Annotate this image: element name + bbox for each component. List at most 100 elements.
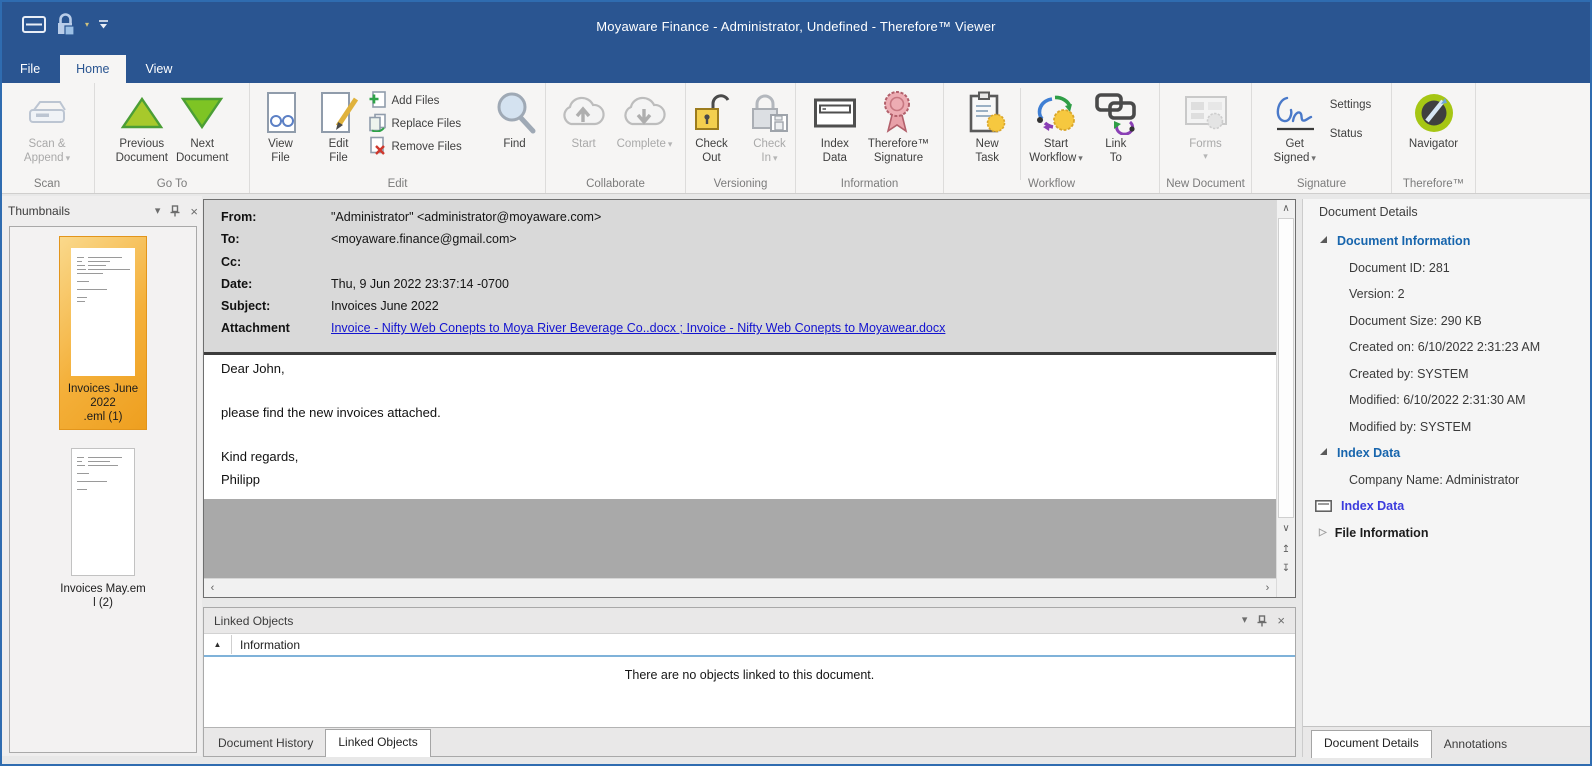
scroll-down-icon[interactable]: ∨ (1277, 520, 1295, 538)
expanded-icon[interactable] (1320, 448, 1327, 456)
detail-version: Version: 2 (1349, 287, 1405, 301)
ribbon-group-workflow: New Task Start Workflow Link To Workflow (944, 83, 1160, 193)
collapsed-icon[interactable]: ▷ (1319, 520, 1327, 547)
scroll-up-icon[interactable]: ∧ (1277, 200, 1295, 218)
email-from-label: From: (221, 210, 257, 224)
section-file-information[interactable]: ▷ File Information (1303, 520, 1590, 547)
start-workflow-button[interactable]: Start Workflow (1025, 86, 1087, 165)
index-card-icon (1315, 500, 1332, 513)
email-attachment-link[interactable]: Invoice - Nifty Web Conepts to Moya Rive… (331, 321, 945, 335)
ribbon-group-versioning: Check Out Check In Versioning (686, 83, 796, 193)
check-in-button[interactable]: Check In (741, 86, 799, 165)
add-files-icon (368, 90, 387, 112)
next-page-icon[interactable]: ↧ (1277, 560, 1295, 578)
cloud-download-icon (620, 88, 670, 138)
dropdown-caret-icon (64, 152, 71, 164)
dropdown-caret-icon: ▾ (1203, 150, 1208, 161)
column-information[interactable]: Information (232, 638, 300, 652)
tab-document-history[interactable]: Document History (206, 731, 325, 756)
panel-dropdown-icon[interactable]: ▾ (1242, 615, 1248, 626)
ribbon-group-information: Index Data Therefore™ Signature Informat… (796, 83, 944, 193)
linked-objects-empty-message: There are no objects linked to this docu… (624, 668, 875, 682)
signature-settings-button[interactable]: Settings (1324, 96, 1378, 114)
start-collaborate-button[interactable]: Start (555, 86, 613, 152)
email-subject-value: Invoices June 2022 (331, 299, 439, 313)
replace-files-button[interactable]: Replace Files (368, 113, 486, 133)
new-task-button[interactable]: New Task (958, 86, 1016, 165)
email-body-line: Philipp (221, 472, 261, 487)
close-icon[interactable]: × (190, 205, 198, 218)
ribbon-group-new-document: Forms ▾ New Document (1160, 83, 1252, 193)
group-label-workflow: Workflow (1027, 178, 1076, 190)
edit-small-buttons: Add Files Replace Files Remove Files (368, 86, 486, 156)
remove-files-button[interactable]: Remove Files (368, 136, 486, 158)
workflow-divider (1020, 88, 1022, 180)
tab-annotations[interactable]: Annotations (1432, 732, 1519, 757)
scan-append-button[interactable]: Scan & Append (18, 86, 76, 165)
find-button[interactable]: Find (486, 86, 544, 152)
close-icon[interactable]: × (1277, 614, 1285, 627)
vertical-scrollbar[interactable]: ∧ ∨ ↥ ↧ (1276, 200, 1295, 597)
pin-icon[interactable] (170, 205, 180, 217)
group-label-information: Information (840, 178, 899, 190)
linked-objects-column-header[interactable]: ▲ Information (204, 634, 1295, 657)
next-document-button[interactable]: Next Document (172, 86, 232, 165)
signature-status-button[interactable]: Status (1324, 125, 1378, 143)
index-data-button[interactable]: Index Data (806, 86, 864, 165)
forms-button[interactable]: Forms ▾ (1177, 86, 1235, 161)
horizontal-scrollbar[interactable]: ‹ › (204, 578, 1276, 597)
thumbnail-item-selected[interactable]: Invoices June 2022 .eml (1) (59, 236, 147, 430)
group-label-new-document: New Document (1166, 178, 1245, 190)
email-attachment-label: Attachment (221, 321, 290, 335)
tab-file[interactable]: File (4, 55, 56, 83)
panel-dropdown-icon[interactable]: ▾ (155, 205, 161, 217)
ribbon-group-scan: Scan & Append Scan (0, 83, 95, 193)
pin-icon[interactable] (1257, 614, 1267, 627)
thumbnails-panel-title: Thumbnails (8, 204, 71, 218)
tab-view[interactable]: View (130, 55, 189, 83)
open-padlock-icon (692, 88, 732, 138)
edit-file-button[interactable]: Edit File (310, 86, 368, 165)
tab-linked-objects[interactable]: Linked Objects (325, 729, 431, 757)
check-out-button[interactable]: Check Out (683, 86, 741, 165)
link-to-button[interactable]: Link To (1087, 86, 1145, 165)
email-to-label: To: (221, 232, 240, 246)
detail-created-on: Created on: 6/10/2022 2:31:23 AM (1349, 340, 1541, 354)
email-header: From: "Administrator" <administrator@moya… (204, 200, 1276, 352)
get-signed-button[interactable]: Get Signed (1266, 86, 1324, 165)
forms-icon (1182, 88, 1230, 138)
therefore-signature-button[interactable]: Therefore™ Signature (864, 86, 933, 165)
detail-document-size: Document Size: 290 KB (1349, 313, 1482, 328)
scrollbar-thumb[interactable] (1278, 218, 1294, 518)
add-files-button[interactable]: Add Files (368, 90, 486, 112)
previous-document-icon (120, 88, 164, 138)
remove-files-icon (368, 136, 387, 158)
previous-page-icon[interactable]: ↥ (1277, 541, 1295, 559)
dropdown-caret-icon (666, 138, 673, 150)
thumbnail-label: Invoices May.em l (2) (60, 583, 146, 609)
navigator-compass-icon (1412, 88, 1456, 138)
tab-home[interactable]: Home (60, 55, 126, 83)
section-document-information[interactable]: Document Information (1303, 228, 1590, 255)
linked-objects-tabs: Document History Linked Objects (204, 727, 1295, 757)
thumbnail-item[interactable]: Invoices May.em l (2) (60, 448, 146, 610)
padlock-disk-icon (749, 88, 791, 138)
index-data-link[interactable]: Index Data (1303, 493, 1590, 520)
tab-document-details[interactable]: Document Details (1311, 730, 1432, 758)
scroll-right-icon[interactable]: › (1259, 580, 1276, 597)
sort-ascending-icon[interactable]: ▲ (204, 635, 232, 654)
ribbon-group-signature: Get Signed Settings Status Signature (1252, 83, 1392, 193)
previous-document-button[interactable]: Previous Document (112, 86, 172, 165)
expanded-icon[interactable] (1320, 236, 1327, 244)
therefore-viewer-window: ▾ Moyaware Finance - Administrator, Unde… (0, 0, 1592, 766)
document-details-title: Document Details (1319, 205, 1418, 219)
complete-collaborate-button[interactable]: Complete (613, 86, 677, 152)
email-to-value: <moyaware.finance@gmail.com> (331, 232, 517, 246)
navigator-button[interactable]: Navigator (1405, 86, 1463, 152)
view-file-button[interactable]: View File (252, 86, 310, 165)
section-index-data[interactable]: Index Data (1303, 440, 1590, 467)
linked-objects-panel: Linked Objects ▾ × ▲ Information There a… (203, 607, 1296, 757)
link-to-icon (1092, 88, 1140, 138)
clipboard-task-icon (967, 88, 1007, 138)
scroll-left-icon[interactable]: ‹ (204, 580, 221, 597)
